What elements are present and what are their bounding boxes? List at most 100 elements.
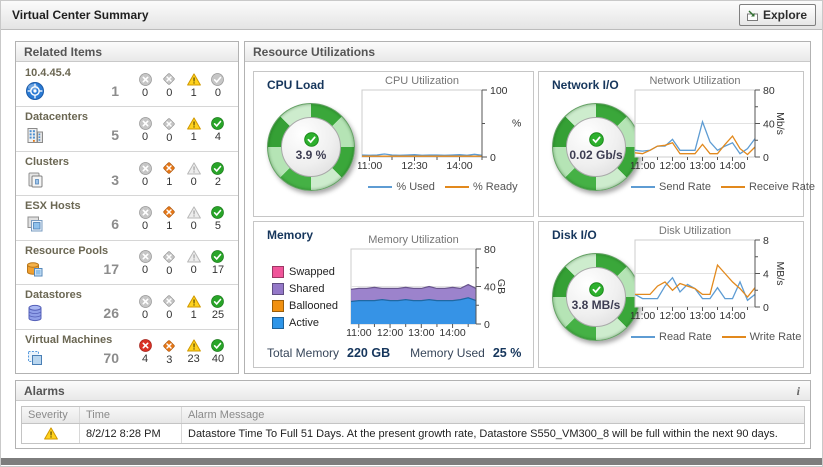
info-icon[interactable]: i [797,384,802,397]
svg-text:14:00: 14:00 [719,160,745,172]
status-critical: 0 [157,117,181,144]
cpu-load-value: 3.9 % [296,148,327,162]
svg-text:12:00: 12:00 [377,327,403,339]
related-item-label[interactable]: Virtual Machines [25,334,125,346]
svg-text:!: ! [192,208,195,218]
status-normal: 4 [206,117,230,143]
svg-text:Disk Utilization: Disk Utilization [659,225,731,237]
svg-text:11:00: 11:00 [358,160,382,172]
svg-text:12:00: 12:00 [659,160,685,172]
related-item-icon-count: 26 [25,303,125,323]
normal-count: 25 [212,309,224,321]
critical-count: 1 [166,176,172,188]
alarms-column-time[interactable]: Time [80,407,182,423]
status-warning: !1 [182,73,206,99]
related-item-main: 10.4.45.4 1 [25,67,125,104]
disk-utilization-chart: Disk Utilization048MB/s11:0012:0013:0014… [631,225,801,331]
network-quadrant: Network I/O 0.02 Gb/s Network Utilizatio… [538,71,804,217]
related-item-label[interactable]: ESX Hosts [25,200,125,212]
normal-status-icon [589,132,604,147]
alarms-column-alarm-message[interactable]: Alarm Message [182,407,804,423]
fatal-status-icon [139,162,152,175]
alarm-message: Datastore Time To Full 51 Days. At the p… [182,424,804,443]
warning-count: 23 [188,353,200,365]
normal-status-icon [304,132,319,147]
related-item-count: 1 [111,83,125,99]
memory-chart-legend: SwappedSharedBalloonedActive [272,266,338,329]
related-item-label[interactable]: Resource Pools [25,245,125,257]
cpu-load-gauge-face: 3.9 % [281,117,341,177]
critical-status-icon [162,205,176,219]
svg-text:11:00: 11:00 [631,160,655,172]
cluster-icon [25,170,45,190]
legend-entry--used: % Used [368,181,435,193]
svg-text:8: 8 [763,235,769,247]
network-chart-legend: Send RateReceive Rate [631,181,815,193]
legend-label: Active [289,317,319,329]
related-item-statuses: 43!2340 [125,334,232,371]
cpu-load-gauge[interactable]: 3.9 % [267,103,355,191]
warning-status-icon: ! [44,427,58,440]
fatal-count: 0 [142,264,148,276]
legend-swatch [272,283,284,295]
fatal-status-icon [139,295,152,308]
status-fatal: 0 [133,250,157,276]
cpu-utilization-chart: CPU Utilization0100%11:0012:3014:00 [358,75,528,181]
related-item-row-esx-hosts[interactable]: ESX Hosts601!05 [16,196,238,240]
related-item-row-resource-pools[interactable]: Resource Pools1700!017 [16,241,238,285]
warning-status-icon: ! [187,339,201,352]
network-io-gauge[interactable]: 0.02 Gb/s [552,103,640,191]
disk-io-gauge-face: 3.8 MB/s [566,267,626,327]
svg-text:0: 0 [763,302,769,314]
legend-label: Send Rate [659,181,711,193]
critical-status-icon [162,72,176,86]
normal-status-icon [211,162,224,175]
status-normal: 40 [206,339,230,365]
status-warning: !0 [182,206,206,232]
fatal-status-icon [139,206,152,219]
resource-pools-icon [25,259,45,279]
related-item-row-clusters[interactable]: Clusters301!02 [16,152,238,196]
virtual-center-summary-window: Virtual Center Summary Explore Related I… [0,0,823,467]
svg-text:GB: GB [495,279,507,294]
alarms-column-severity[interactable]: Severity [22,407,80,423]
related-item-row-10-4-45-4[interactable]: 10.4.45.4100!10 [16,63,238,107]
normal-status-icon [211,295,224,308]
alarm-row[interactable]: !8/2/12 8:28 PMDatastore Time To Full 51… [22,424,804,443]
related-item-label[interactable]: Datastores [25,289,125,301]
network-utilization-chart-block: Network Utilization04080Mb/s11:0012:0013… [631,75,815,193]
legend-swatch [272,266,284,278]
svg-text:!: ! [192,164,195,174]
datastores-icon [25,303,45,323]
related-items-panel: Related Items 10.4.45.4100!10Datacenters… [15,41,239,374]
warning-count: 1 [191,87,197,99]
explore-button[interactable]: Explore [739,4,816,26]
cpu-utilization-chart-block: CPU Utilization0100%11:0012:3014:00 % Us… [358,75,528,193]
related-item-row-datastores[interactable]: Datastores2600!125 [16,285,238,329]
normal-status-icon [211,117,224,130]
svg-text:!: ! [49,429,52,439]
svg-text:Mb/s: Mb/s [774,112,786,135]
related-item-main: Datacenters5 [25,111,125,148]
related-item-row-virtual-machines[interactable]: Virtual Machines7043!2340 [16,330,238,373]
disk-io-gauge[interactable]: 3.8 MB/s [552,253,640,341]
related-item-label[interactable]: 10.4.45.4 [25,67,125,79]
network-io-gauge-face: 0.02 Gb/s [566,117,626,177]
cpu-load-title: CPU Load [267,78,324,92]
related-item-label[interactable]: Datacenters [25,111,125,123]
related-item-label[interactable]: Clusters [25,156,125,168]
svg-text:Memory Utilization: Memory Utilization [368,234,458,246]
related-item-main: Virtual Machines70 [25,334,125,371]
legend-entry--ready: % Ready [445,181,518,193]
svg-text:!: ! [192,253,195,263]
legend-label: Write Rate [750,331,802,343]
alarms-table-header: SeverityTimeAlarm Message [22,407,804,424]
svg-text:13:00: 13:00 [689,310,715,322]
critical-count: 0 [166,309,172,321]
normal-count: 0 [215,87,221,99]
status-warning: !0 [182,250,206,276]
status-fatal: 0 [133,73,157,99]
fatal-status-icon [139,117,152,130]
related-items-title: Related Items [24,45,102,58]
related-item-row-datacenters[interactable]: Datacenters500!14 [16,107,238,151]
